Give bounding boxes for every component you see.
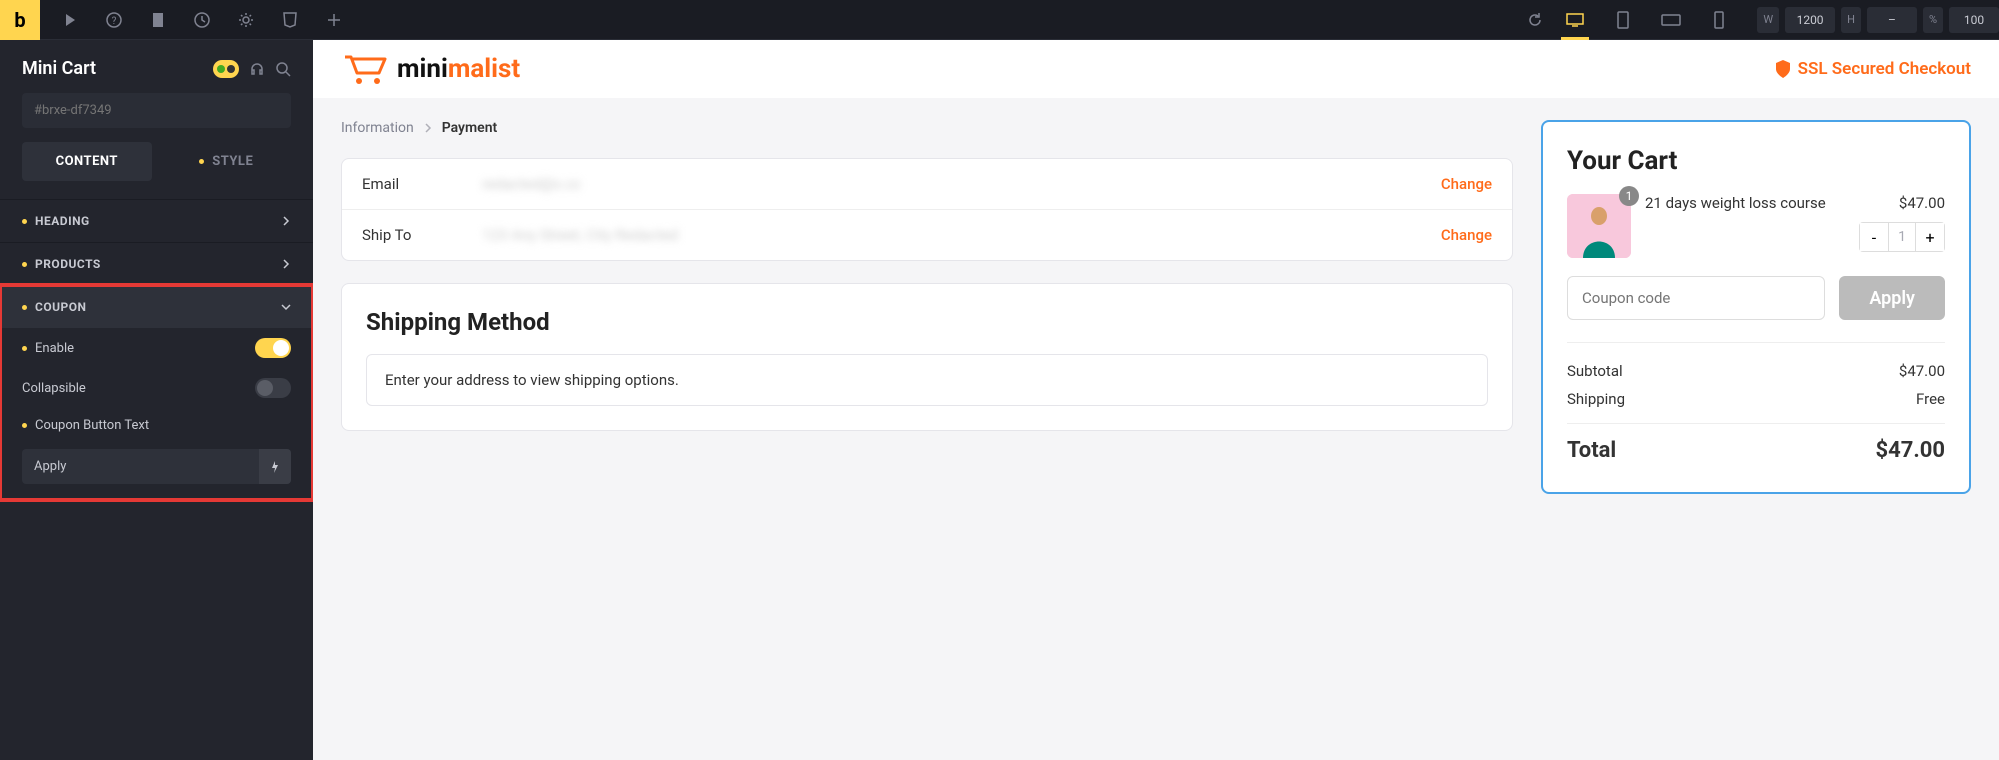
breadcrumb-step-information[interactable]: Information <box>341 120 414 136</box>
section-products[interactable]: PRODUCTS <box>0 243 313 285</box>
element-id-input[interactable] <box>22 93 291 128</box>
enable-label: Enable <box>35 341 74 356</box>
change-email-link[interactable]: Change <box>1441 175 1492 193</box>
cart-item-name: 21 days weight loss course <box>1645 194 1826 212</box>
canvas: minimalist SSL Secured Checkout Informat… <box>313 40 1999 760</box>
cart-item-price: $47.00 <box>1899 194 1945 212</box>
help-icon[interactable]: ? <box>104 10 124 30</box>
top-toolbar: b ? W 1200 H – % 100 <box>0 0 1999 40</box>
chevron-right-icon <box>281 259 291 269</box>
shipping-total-value: Free <box>1916 390 1945 408</box>
quantity-stepper: - 1 + <box>1859 222 1945 252</box>
email-label: Email <box>362 175 482 193</box>
section-heading[interactable]: HEADING <box>0 200 313 242</box>
chevron-right-icon <box>281 216 291 226</box>
reload-icon[interactable] <box>1525 10 1545 30</box>
cart-item-thumbnail: 1 <box>1567 194 1631 258</box>
app-logo[interactable]: b <box>0 0 40 40</box>
apply-coupon-button[interactable]: Apply <box>1839 276 1945 320</box>
collapsible-label: Collapsible <box>22 381 86 396</box>
pages-icon[interactable] <box>148 10 168 30</box>
height-label: H <box>1841 7 1861 33</box>
qty-decrease-button[interactable]: - <box>1860 223 1888 251</box>
device-tablet-landscape[interactable] <box>1653 0 1689 40</box>
total-label: Total <box>1567 438 1616 463</box>
search-icon[interactable] <box>275 61 291 77</box>
coupon-button-text-label: Coupon Button Text <box>35 418 149 433</box>
ship-to-label: Ship To <box>362 226 482 244</box>
chevron-right-icon <box>424 123 432 133</box>
change-ship-link[interactable]: Change <box>1441 226 1492 244</box>
width-value[interactable]: 1200 <box>1785 7 1835 33</box>
email-value: redacted@x.cc <box>482 175 1441 193</box>
shipping-total-label: Shipping <box>1567 390 1625 408</box>
settings-icon[interactable] <box>236 10 256 30</box>
zoom-value[interactable]: 100 <box>1949 7 1999 33</box>
cart-item-badge: 1 <box>1619 186 1639 206</box>
enable-toggle[interactable] <box>255 338 291 358</box>
cart-item: 1 21 days weight loss course $47.00 - <box>1567 194 1945 258</box>
shipping-message: Enter your address to view shipping opti… <box>366 354 1488 406</box>
section-coupon-header[interactable]: COUPON <box>0 286 313 328</box>
element-badge[interactable] <box>213 60 239 78</box>
device-tablet-portrait[interactable] <box>1605 0 1641 40</box>
element-title: Mini Cart <box>22 58 96 79</box>
shipping-method-title: Shipping Method <box>366 308 1488 336</box>
zoom-label: % <box>1923 7 1943 33</box>
qty-increase-button[interactable]: + <box>1916 223 1944 251</box>
dynamic-data-icon[interactable] <box>259 449 291 484</box>
svg-text:?: ? <box>112 16 117 27</box>
shipping-method-card: Shipping Method Enter your address to vi… <box>341 283 1513 431</box>
cart-title: Your Cart <box>1567 146 1945 176</box>
qty-value: 1 <box>1888 223 1916 251</box>
breadcrumb-step-payment: Payment <box>442 120 498 136</box>
cart-card: Your Cart 1 21 days weight loss course $… <box>1541 120 1971 494</box>
cart-icon <box>341 51 389 87</box>
device-desktop[interactable] <box>1557 0 1593 40</box>
tab-content[interactable]: CONTENT <box>22 142 152 181</box>
coupon-code-input[interactable] <box>1567 276 1825 320</box>
width-label: W <box>1757 7 1779 33</box>
ship-to-value: 123 Any Street, City Redacted <box>482 226 1441 244</box>
collapsible-toggle[interactable] <box>255 378 291 398</box>
add-icon[interactable] <box>324 10 344 30</box>
breadcrumb: Information Payment <box>341 120 1513 136</box>
subtotal-value: $47.00 <box>1899 362 1945 380</box>
chevron-down-icon <box>281 302 291 312</box>
section-coupon: COUPON Enable Collapsible Coupon Button … <box>0 285 313 500</box>
coupon-button-text-input[interactable] <box>22 449 259 484</box>
history-icon[interactable] <box>192 10 212 30</box>
css-icon[interactable] <box>280 10 300 30</box>
shield-icon <box>1774 59 1792 79</box>
tab-style[interactable]: STYLE <box>162 142 292 181</box>
total-value: $47.00 <box>1876 438 1946 463</box>
brand-logo[interactable]: minimalist <box>341 51 520 87</box>
device-mobile[interactable] <box>1701 0 1737 40</box>
ssl-badge: SSL Secured Checkout <box>1774 59 1971 79</box>
subtotal-label: Subtotal <box>1567 362 1623 380</box>
headphones-icon[interactable] <box>249 61 265 77</box>
sidebar: Mini Cart CONTENT STYLE HEADING PRODUCTS <box>0 40 313 760</box>
height-value[interactable]: – <box>1867 7 1917 33</box>
contact-info-card: Email redacted@x.cc Change Ship To 123 A… <box>341 158 1513 261</box>
play-icon[interactable] <box>60 10 80 30</box>
